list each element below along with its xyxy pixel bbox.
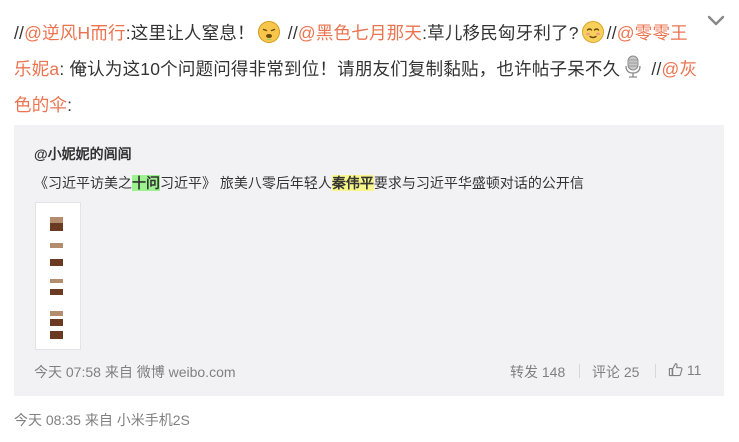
mention-link[interactable]: @逆风H而行 xyxy=(24,23,126,43)
post-text: //@逆风H而行:这里让人窒息！ //@黑色七月那天:草儿移民匈牙利了?//@零… xyxy=(14,18,704,121)
quoted-author[interactable]: @小妮妮的闾闾 xyxy=(34,144,132,164)
quoted-source[interactable]: 微博 weibo.com xyxy=(137,364,236,380)
repost-button[interactable]: 转发 148 xyxy=(510,362,565,382)
post-text-segment: // xyxy=(282,23,298,43)
thumbs-up-icon xyxy=(668,363,683,377)
like-button[interactable]: 11 xyxy=(668,362,701,378)
quoted-text: 《习近平访美之十问习近平》 旅美八零后年轻人秦伟平要求与习近平华盛顿对话的公开信 xyxy=(34,173,584,193)
post-meta: 今天 08:35 来自 小米手机2S xyxy=(14,410,190,430)
quoted-via: 来自 xyxy=(104,364,133,380)
post-text-segment: // xyxy=(646,59,662,79)
divider xyxy=(655,364,656,378)
quoted-text-segment: 习近平》 旅美八零后年轻人 xyxy=(160,175,332,191)
like-count: 11 xyxy=(686,362,702,378)
image-thumbnail[interactable] xyxy=(35,202,81,350)
post-text-segment: :这里让人窒息！ xyxy=(125,23,255,43)
quoted-text-segment: 要求与习近平华盛顿对话的公开信 xyxy=(373,175,584,191)
quoted-text-segment: 《习近平访美之 xyxy=(34,175,132,191)
post-via: 来自 xyxy=(84,412,113,428)
post-text-segment: : 俺认为这10个问题问得非常到位！请朋友们复制黏贴，也许帖子呆不久 xyxy=(59,59,621,79)
divider xyxy=(579,364,580,378)
quoted-weibo: @小妮妮的闾闾 《习近平访美之十问习近平》 旅美八零后年轻人秦伟平要求与习近平华… xyxy=(14,125,724,396)
chevron-down-icon[interactable] xyxy=(707,14,725,28)
shy-face-emoji xyxy=(581,20,605,54)
post-source[interactable]: 小米手机2S xyxy=(117,412,190,428)
quoted-time[interactable]: 今天 07:58 xyxy=(34,364,101,380)
post-text-segment: // xyxy=(606,23,617,43)
quoted-meta: 今天 07:58 来自 微博 weibo.com xyxy=(34,362,236,382)
mention-link[interactable]: @黑色七月那天 xyxy=(298,23,422,43)
quoted-actions: 转发 148 评论 25 11 xyxy=(510,362,710,382)
highlight-name: 秦伟平 xyxy=(331,175,374,191)
comment-button[interactable]: 评论 25 xyxy=(592,362,639,382)
microphone-emoji xyxy=(622,54,644,90)
highlight-keyword: 十问 xyxy=(132,175,160,191)
post-text-segment: : xyxy=(67,95,73,115)
post-time[interactable]: 今天 08:35 xyxy=(14,412,81,428)
post-text-segment: :草儿移民匈牙利了? xyxy=(422,23,579,43)
post-text-segment: // xyxy=(14,23,25,43)
sick-face-emoji xyxy=(257,20,281,54)
